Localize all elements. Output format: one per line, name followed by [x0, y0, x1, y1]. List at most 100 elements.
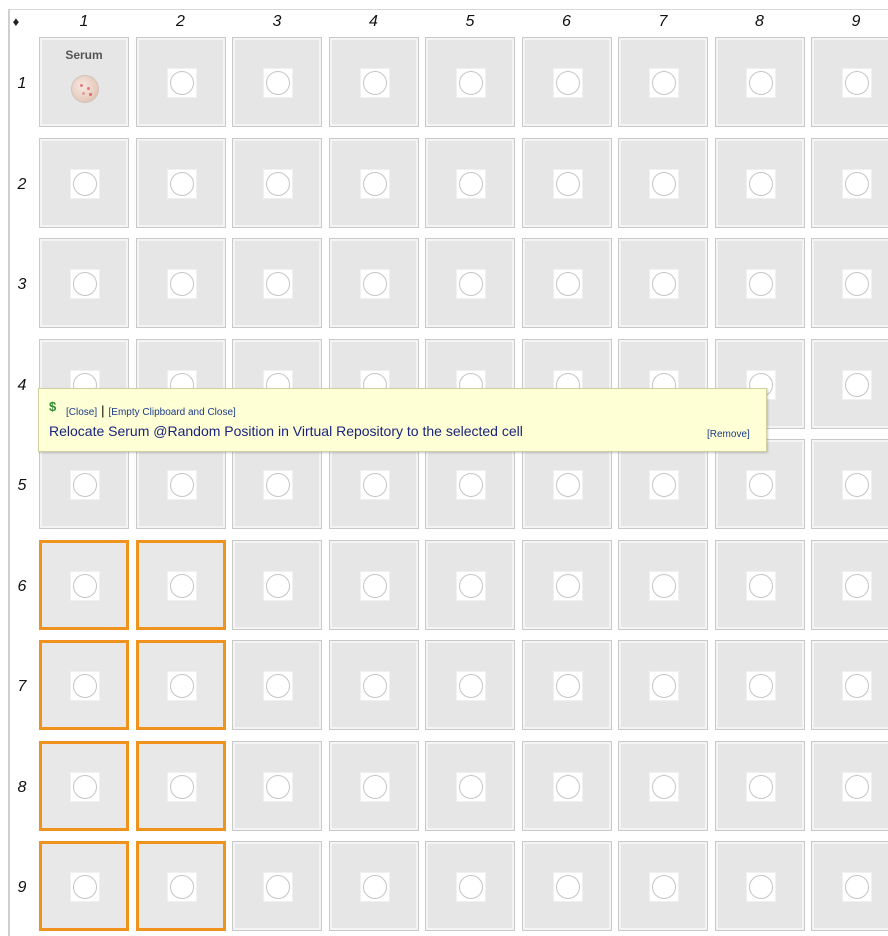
remove-link[interactable]: [Remove] [707, 429, 750, 440]
grid-cell[interactable] [328, 137, 419, 228]
grid-cell[interactable] [521, 238, 612, 328]
grid-cell[interactable] [811, 439, 888, 529]
grid-cell-selected[interactable] [39, 539, 129, 630]
empty-well-icon [552, 269, 583, 299]
grid-cell[interactable] [618, 37, 708, 127]
grid-cell[interactable] [714, 640, 805, 730]
grid-cell[interactable] [425, 439, 515, 529]
link-separator: | [101, 403, 105, 418]
row-header: 5 [17, 477, 27, 494]
grid-cell[interactable] [425, 137, 515, 228]
grid-cell[interactable] [714, 238, 805, 328]
column-header: 4 [369, 13, 378, 30]
grid-cell-selected[interactable] [39, 640, 129, 730]
grid-cell[interactable] [425, 539, 515, 630]
grid-cell[interactable] [811, 37, 888, 127]
grid-cell[interactable] [714, 37, 805, 127]
grid-cell[interactable] [39, 238, 129, 328]
grid-cell[interactable] [811, 238, 888, 328]
grid-cell[interactable] [521, 37, 612, 127]
empty-well-icon [745, 68, 776, 98]
empty-clipboard-and-close-link[interactable]: [Empty Clipboard and Close] [109, 407, 236, 418]
grid-cell-selected[interactable] [135, 740, 226, 831]
popup-links: [Close] | [Empty Clipboard and Close] [66, 403, 236, 418]
empty-well-icon [649, 168, 679, 199]
grid-cell-selected[interactable] [135, 539, 226, 630]
empty-well-icon [649, 269, 679, 299]
grid-cell[interactable] [618, 640, 708, 730]
grid-cell-selected[interactable] [39, 841, 129, 931]
grid-cell[interactable] [232, 137, 322, 228]
grid-cell[interactable] [328, 740, 419, 831]
grid-cell[interactable]: Serum [39, 37, 129, 127]
grid-cell[interactable] [714, 539, 805, 630]
grid-cell[interactable] [521, 439, 612, 529]
grid-cell[interactable] [714, 740, 805, 831]
grid-cell[interactable] [425, 740, 515, 831]
grid-cell[interactable] [811, 740, 888, 831]
grid-cell[interactable] [811, 338, 888, 429]
grid-cell[interactable] [811, 539, 888, 630]
grid-cell[interactable] [425, 640, 515, 730]
grid-cell[interactable] [714, 439, 805, 529]
grid-cell[interactable] [714, 841, 805, 931]
grid-cell[interactable] [232, 238, 322, 328]
grid-cell[interactable] [135, 238, 226, 328]
grid-cell[interactable] [811, 841, 888, 931]
grid-cell[interactable] [521, 137, 612, 228]
grid-cell[interactable] [232, 640, 322, 730]
grid-cell[interactable] [714, 137, 805, 228]
empty-well-icon [552, 570, 583, 601]
grid-cell[interactable] [232, 539, 322, 630]
grid-cell[interactable] [135, 439, 226, 529]
empty-well-icon [649, 570, 679, 601]
grid-cell[interactable] [521, 640, 612, 730]
empty-well-icon [456, 872, 486, 902]
grid-cell[interactable] [618, 740, 708, 831]
grid-cell[interactable] [328, 640, 419, 730]
grid-cell[interactable] [618, 841, 708, 931]
grid-cell[interactable] [618, 238, 708, 328]
row-header: 2 [17, 175, 27, 193]
row-header: 8 [17, 778, 27, 796]
grid-cell[interactable] [135, 137, 226, 228]
grid-cell[interactable] [232, 740, 322, 831]
clipboard-popup: $ [Close] | [Empty Clipboard and Close] Re… [38, 388, 767, 452]
grid-cell[interactable] [425, 841, 515, 931]
grid-cell[interactable] [232, 439, 322, 529]
grid-cell[interactable] [521, 539, 612, 630]
grid-cell[interactable] [811, 137, 888, 228]
grid-cell[interactable] [425, 37, 515, 127]
grid-cell[interactable] [425, 238, 515, 328]
grid-cell[interactable] [328, 841, 419, 931]
grid-cell-selected[interactable] [135, 640, 226, 730]
empty-well-icon [649, 872, 679, 902]
row-header: 7 [17, 678, 27, 695]
column-header: 8 [755, 13, 764, 30]
empty-well-icon [552, 470, 583, 500]
column-header: 5 [465, 13, 475, 30]
grid-cell[interactable] [328, 439, 419, 529]
grid-cell[interactable] [328, 37, 419, 127]
grid-cell[interactable] [328, 539, 419, 630]
grid-cell[interactable] [39, 439, 129, 529]
close-link[interactable]: [Close] [66, 407, 97, 418]
grid-cell[interactable] [811, 640, 888, 730]
grid-cell[interactable] [135, 37, 226, 127]
grid-cell[interactable] [618, 539, 708, 630]
grid-cell[interactable] [39, 137, 129, 228]
grid-cell[interactable] [521, 740, 612, 831]
empty-well-icon [456, 570, 486, 601]
grid-cell[interactable] [328, 238, 419, 328]
grid-cell-selected[interactable] [39, 740, 129, 831]
grid-cell[interactable] [232, 841, 322, 931]
grid-cell[interactable] [618, 137, 708, 228]
storage-grid: ♦ 1 2 3 4 5 6 7 8 9 1 2 3 4 5 6 7 8 9 Serum [0, 0, 888, 936]
empty-well-icon [842, 872, 872, 902]
column-header: 3 [272, 13, 282, 30]
grid-cell[interactable] [521, 841, 612, 931]
sample-tube-icon[interactable] [71, 75, 99, 103]
grid-cell-selected[interactable] [135, 841, 226, 931]
grid-cell[interactable] [232, 37, 322, 127]
grid-cell[interactable] [618, 439, 708, 529]
